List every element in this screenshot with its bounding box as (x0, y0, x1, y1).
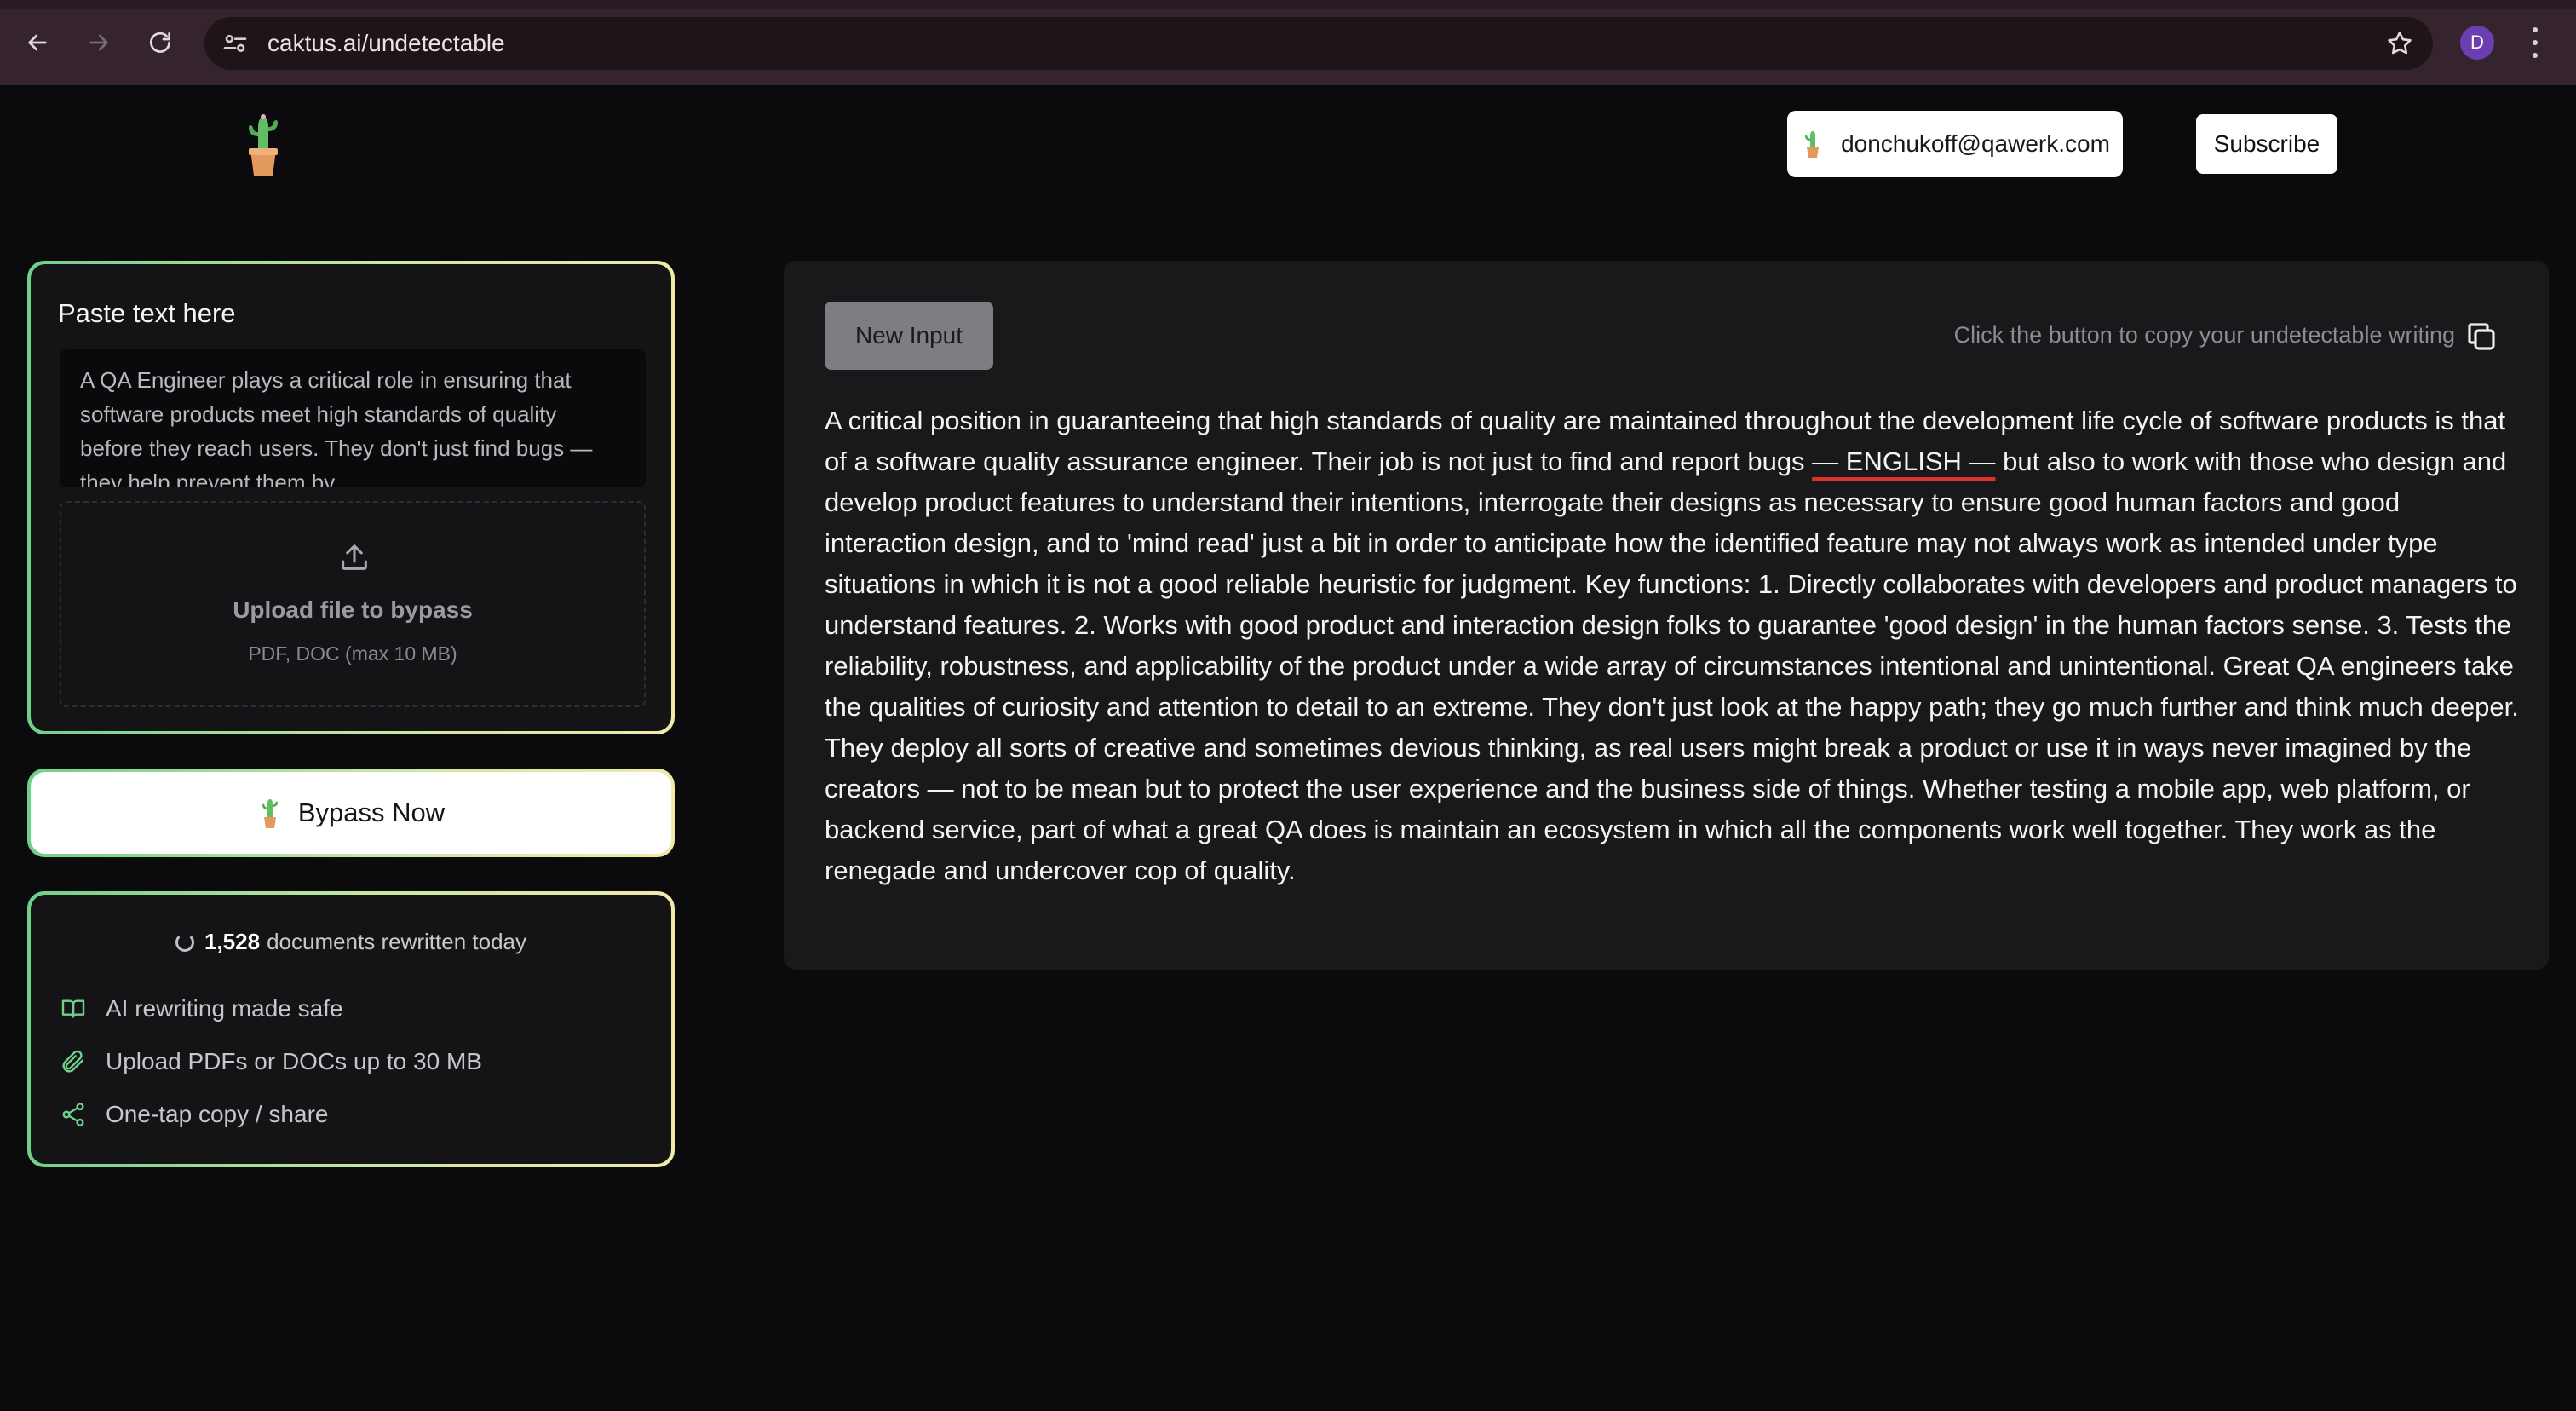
menu-dot-icon (2533, 52, 2538, 58)
site-settings-icon[interactable] (221, 30, 249, 57)
url-text: caktus.ai/undetectable (267, 30, 505, 56)
tab-strip (0, 0, 2576, 9)
profile-avatar[interactable]: D (2460, 26, 2494, 60)
new-input-button[interactable]: New Input (825, 302, 993, 370)
input-card: Paste text here A QA Engineer plays a cr… (27, 261, 675, 734)
feature-item: One-tap copy / share (60, 1101, 328, 1128)
menu-dot-icon (2533, 27, 2538, 33)
feature-item: AI rewriting made safe (60, 995, 343, 1022)
upload-icon (342, 544, 367, 570)
arrow-left-icon (28, 34, 47, 51)
bypass-now-button[interactable]: Bypass Now (27, 769, 675, 857)
browser-toolbar: caktus.ai/undetectable D (0, 0, 2576, 85)
copy-icon[interactable] (2464, 319, 2499, 354)
loading-spinner-icon (175, 932, 194, 952)
rewritten-text: A critical position in guaranteeing that… (825, 400, 2520, 891)
book-icon (61, 999, 85, 1018)
paste-text-input[interactable]: A QA Engineer plays a critical role in e… (60, 349, 646, 487)
rewritten-text-part: but also to work with those who design a… (825, 446, 2519, 885)
account-button[interactable]: donchukoff@qawerk.com (1787, 111, 2123, 177)
feature-label: One-tap copy / share (106, 1101, 329, 1127)
account-email: donchukoff@qawerk.com (1841, 130, 2110, 157)
menu-dot-icon (2533, 39, 2538, 45)
address-bar[interactable]: caktus.ai/undetectable (204, 17, 2433, 70)
back-button[interactable] (17, 22, 58, 63)
documents-count-suffix: documents rewritten today (267, 929, 526, 954)
browser-menu-button[interactable] (2525, 24, 2545, 61)
subscribe-button[interactable]: Subscribe (2196, 114, 2337, 174)
upload-subtitle: PDF, DOC (max 10 MB) (248, 642, 457, 665)
bypass-now-label: Bypass Now (297, 798, 446, 827)
paperclip-icon (62, 1050, 83, 1073)
share-icon (62, 1103, 84, 1126)
cactus-icon (1805, 131, 1820, 158)
cactus-logo-icon[interactable] (235, 111, 291, 179)
feature-label: AI rewriting made safe (106, 995, 343, 1022)
bookmark-star-icon[interactable] (2385, 29, 2414, 58)
documents-count: 1,528 (204, 929, 261, 954)
upload-dropzone[interactable]: Upload file to bypass PDF, DOC (max 10 M… (60, 501, 646, 707)
cactus-icon (262, 799, 278, 828)
documents-count-line: 1,528 documents rewritten today (31, 929, 671, 955)
output-panel: New Input Click the button to copy your … (784, 261, 2549, 970)
input-card-title: Paste text here (58, 298, 236, 328)
reload-button[interactable] (140, 22, 181, 63)
forward-button[interactable] (78, 22, 119, 63)
arrow-right-icon (89, 34, 108, 51)
copy-hint: Click the button to copy your undetectab… (1953, 322, 2455, 348)
flagged-phrase: — ENGLISH — (1812, 446, 1996, 476)
reload-icon (150, 32, 170, 53)
feature-label: Upload PDFs or DOCs up to 30 MB (106, 1048, 482, 1074)
upload-title: Upload file to bypass (233, 596, 473, 623)
feature-item: Upload PDFs or DOCs up to 30 MB (60, 1048, 482, 1075)
stats-card: 1,528 documents rewritten today AI rewri… (27, 891, 675, 1167)
